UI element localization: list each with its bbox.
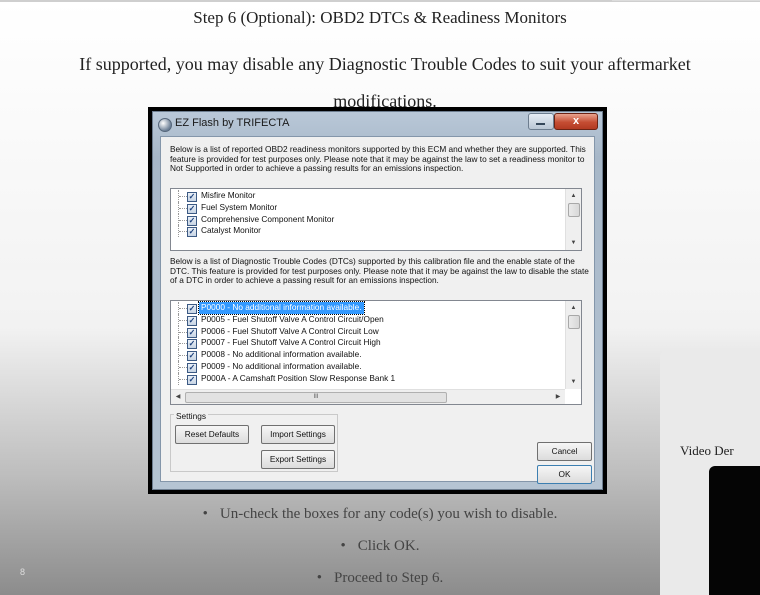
- tree-connector: [179, 366, 187, 368]
- video-demo-label: Video Der: [680, 443, 734, 458]
- dtc-checkbox[interactable]: ✓: [187, 362, 197, 373]
- dtc-row[interactable]: ✓ P0000 - No additional information avail…: [171, 301, 565, 315]
- scroll-left-icon[interactable]: ◀: [171, 390, 185, 404]
- export-settings-button[interactable]: Export Settings: [261, 450, 335, 469]
- bullet-icon: •: [202, 506, 208, 522]
- dtc-row[interactable]: ✓ P0006 - Fuel Shutoff Valve A Control Ci…: [171, 325, 565, 338]
- monitor-checkbox[interactable]: ✓: [187, 192, 197, 202]
- settings-label: Settings: [174, 411, 208, 422]
- monitors-description: Below is a list of reported OBD2 readine…: [170, 144, 586, 174]
- monitor-row[interactable]: ✓ Fuel System Monitor: [171, 201, 565, 214]
- readiness-monitors-list[interactable]: ✓ Misfire Monitor ✓ Fuel System Monitor ✓ Com…: [170, 188, 582, 251]
- window-titlebar[interactable]: EZ Flash by TRIFECTA x: [153, 112, 602, 134]
- monitor-label: Comprehensive Component Monitor: [201, 213, 335, 224]
- bullet-icon: •: [316, 570, 323, 586]
- window-client-area: Below is a list of reported OBD2 readine…: [160, 136, 595, 484]
- cancel-button[interactable]: Cancel: [537, 442, 592, 461]
- tree-connector: [179, 331, 187, 333]
- monitor-checkbox[interactable]: ✓: [187, 227, 197, 238]
- tree-connector: [179, 319, 187, 321]
- tree-connector: [179, 343, 187, 345]
- hscroll-thumb[interactable]: III: [185, 392, 447, 403]
- settings-group: Settings Reset Defaults Import Settings …: [170, 411, 338, 472]
- slide-background: Step 6 (Optional): OBD2 DTCs & Readiness…: [0, 0, 760, 595]
- monitor-row[interactable]: ✓ Catalyst Monitor: [171, 225, 565, 238]
- ok-button[interactable]: OK: [537, 465, 592, 484]
- dtc-checkbox[interactable]: ✓: [187, 374, 197, 385]
- bullet-text: Un-check the boxes for any code(s) you w…: [219, 506, 558, 522]
- monitor-label: Catalyst Monitor: [201, 225, 261, 236]
- bullet-text: Click OK.: [357, 538, 420, 554]
- tree-connector: [179, 196, 187, 197]
- monitor-checkbox[interactable]: ✓: [187, 203, 197, 214]
- bullet-text: Proceed to Step 6.: [334, 570, 444, 586]
- dtc-checkbox[interactable]: ✓: [187, 351, 197, 362]
- bullet-item: • Proceed to Step 6.: [0, 570, 760, 587]
- dtc-description: Below is a list of Diagnostic Trouble Co…: [170, 256, 589, 286]
- ez-flash-window: EZ Flash by TRIFECTA x Below is a list o…: [148, 107, 607, 494]
- scroll-up-icon[interactable]: ▲: [566, 189, 581, 203]
- intro-line-1: If supported, you may disable any Diagno…: [79, 54, 691, 74]
- dtc-checkbox[interactable]: ✓: [187, 339, 197, 350]
- window-title: EZ Flash by TRIFECTA: [175, 117, 290, 129]
- window-frame: EZ Flash by TRIFECTA x Below is a list o…: [152, 111, 603, 490]
- dtc-row[interactable]: ✓ P0008 - No additional information avail…: [171, 349, 565, 362]
- dtc-label: P0009 - No additional information availa…: [201, 360, 362, 371]
- import-settings-button[interactable]: Import Settings: [261, 425, 335, 444]
- step-title: Step 6 (Optional): OBD2 DTCs & Readiness…: [193, 8, 567, 27]
- dtc-row[interactable]: ✓ P000A - A Camshaft Position Slow Respon…: [171, 372, 565, 385]
- tree-connector: [179, 378, 187, 380]
- monitors-vertical-scrollbar[interactable]: ▲ ▼: [565, 189, 581, 250]
- monitor-label: Fuel System Monitor: [201, 201, 278, 212]
- tree-connector: [179, 219, 187, 221]
- monitor-checkbox[interactable]: ✓: [187, 215, 197, 226]
- scroll-right-icon[interactable]: ▶: [551, 390, 565, 404]
- dtc-row[interactable]: ✓ P0005 - Fuel Shutoff Valve A Control Ci…: [171, 313, 565, 326]
- dtc-rows: ✓ P0000 - No additional information avail…: [171, 301, 565, 385]
- dtc-row[interactable]: ✓ P0009 - No additional information avail…: [171, 360, 565, 373]
- dtc-row[interactable]: ✓ P0007 - Fuel Shutoff Valve A Control Ci…: [171, 337, 565, 350]
- dtc-vertical-scrollbar[interactable]: ▲ ▼: [565, 301, 581, 389]
- monitor-row[interactable]: ✓ Comprehensive Component Monitor: [171, 213, 565, 226]
- dtc-horizontal-scrollbar[interactable]: ◀ III ▶: [171, 389, 565, 404]
- divider-line: [612, 0, 760, 1]
- bullet-icon: •: [340, 538, 346, 554]
- bullet-item: • Click OK.: [0, 538, 760, 555]
- monitor-row[interactable]: ✓ Misfire Monitor: [171, 190, 565, 202]
- dtc-list[interactable]: ✓ P0000 - No additional information avail…: [170, 300, 582, 405]
- monitor-label: Misfire Monitor: [201, 190, 256, 200]
- video-demo-panel: Video Der: [660, 349, 760, 595]
- app-icon: [158, 118, 172, 132]
- minimize-button[interactable]: [528, 113, 554, 130]
- dtc-label: P0000 - No additional information availa…: [198, 301, 365, 315]
- dtc-checkbox[interactable]: ✓: [187, 327, 197, 338]
- scroll-thumb[interactable]: [568, 203, 580, 217]
- dtc-label: P000A - A Camshaft Position Slow Respons…: [201, 372, 396, 383]
- scroll-up-icon[interactable]: ▲: [566, 301, 581, 315]
- tree-connector: [179, 207, 187, 209]
- dtc-label: P0008 - No additional information availa…: [201, 349, 362, 360]
- tree-connector: [179, 355, 187, 357]
- scroll-down-icon[interactable]: ▼: [566, 375, 581, 389]
- tree-connector: [179, 308, 187, 309]
- video-player[interactable]: [709, 466, 760, 595]
- dtc-label: P0005 - Fuel Shutoff Valve A Control Cir…: [201, 313, 384, 324]
- dtc-checkbox[interactable]: ✓: [187, 315, 197, 326]
- bullet-item: • Un-check the boxes for any code(s) you …: [0, 506, 760, 523]
- monitor-rows: ✓ Misfire Monitor ✓ Fuel System Monitor ✓ Com…: [171, 190, 565, 238]
- dtc-label: P0007 - Fuel Shutoff Valve A Control Cir…: [201, 337, 381, 348]
- minimize-icon: [536, 123, 545, 125]
- dtc-checkbox[interactable]: ✓: [187, 304, 197, 314]
- page-number: 8: [20, 567, 26, 577]
- scroll-thumb[interactable]: [568, 315, 580, 329]
- tree-connector: [179, 231, 187, 233]
- reset-defaults-button[interactable]: Reset Defaults: [175, 425, 249, 444]
- close-button[interactable]: x: [554, 113, 598, 130]
- scroll-down-icon[interactable]: ▼: [566, 236, 581, 250]
- dtc-label: P0006 - Fuel Shutoff Valve A Control Cir…: [201, 325, 379, 336]
